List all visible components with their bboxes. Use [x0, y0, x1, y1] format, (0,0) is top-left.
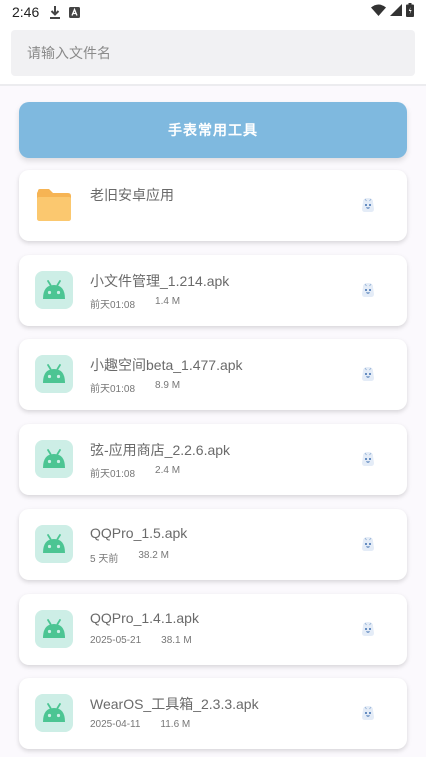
watch-tools-button[interactable]: 手表常用工具 [19, 102, 407, 158]
file-meta: 2025-04-11 11.6 M [90, 719, 190, 730]
file-item[interactable]: QQPro_1.4.1.apk 2025-05-21 38.1 M [19, 594, 407, 665]
mascot-icon[interactable] [358, 449, 378, 469]
file-item[interactable]: 弦-应用商店_2.2.6.apk 前天01:08 2.4 M [19, 424, 407, 495]
file-name: WearOS_工具箱_2.3.3.apk [90, 696, 259, 712]
file-meta: 5 天前 38.2 M [90, 550, 169, 565]
android-icon [35, 610, 73, 648]
file-list-area[interactable]: 手表常用工具 老旧安卓应用小文件管理_1.214.apk 前天01:08 1.4 M… [0, 86, 426, 757]
file-name: 老旧安卓应用 [90, 187, 174, 203]
folder-icon [35, 186, 73, 224]
file-date: 前天01:08 [90, 300, 136, 311]
search-input[interactable] [11, 30, 415, 76]
android-icon [35, 355, 73, 393]
mascot-icon[interactable] [358, 534, 378, 554]
file-date: 5 天前 [90, 554, 119, 565]
status-indicators [371, 2, 414, 22]
file-size: 11.6 M [160, 719, 191, 730]
search-bar [0, 24, 426, 84]
file-meta: 前天01:08 2.4 M [90, 465, 180, 480]
file-size: 2.4 M [155, 465, 181, 476]
app-notification-icon [69, 6, 81, 18]
mascot-icon[interactable] [358, 703, 378, 723]
file-item[interactable]: 小文件管理_1.214.apk 前天01:08 1.4 M [19, 255, 407, 326]
file-size: 8.9 M [155, 380, 181, 391]
battery-icon [406, 2, 414, 22]
file-meta: 2025-05-21 38.1 M [90, 635, 192, 646]
mascot-icon[interactable] [358, 280, 378, 300]
mascot-icon[interactable] [358, 364, 378, 384]
file-date: 2025-05-21 [90, 635, 142, 646]
file-name: QQPro_1.5.apk [90, 525, 188, 541]
status-time: 2:46 [12, 4, 40, 20]
download-icon [49, 5, 61, 19]
android-icon [35, 271, 73, 309]
file-size: 38.1 M [161, 635, 192, 646]
file-name: 弦-应用商店_2.2.6.apk [90, 442, 231, 458]
android-icon [35, 694, 73, 732]
file-item[interactable]: 小趣空间beta_1.477.apk 前天01:08 8.9 M [19, 339, 407, 410]
signal-icon [390, 3, 402, 21]
file-name: 小文件管理_1.214.apk [90, 273, 230, 289]
android-icon [35, 440, 73, 478]
file-meta: 前天01:08 8.9 M [90, 380, 180, 395]
file-item[interactable]: WearOS_工具箱_2.3.3.apk 2025-04-11 11.6 M [19, 678, 407, 749]
wifi-icon [371, 3, 386, 21]
file-size: 1.4 M [155, 296, 181, 307]
file-name: 小趣空间beta_1.477.apk [90, 357, 243, 373]
file-date: 前天01:08 [90, 384, 136, 395]
file-meta: 前天01:08 1.4 M [90, 296, 180, 311]
file-date: 2025-04-11 [90, 719, 141, 730]
status-bar: 2:46 [0, 0, 426, 24]
mascot-icon[interactable] [358, 619, 378, 639]
mascot-icon[interactable] [358, 195, 378, 215]
folder-item[interactable]: 老旧安卓应用 [19, 170, 407, 241]
file-name: QQPro_1.4.1.apk [90, 610, 199, 626]
android-icon [35, 525, 73, 563]
file-date: 前天01:08 [90, 469, 136, 480]
file-item[interactable]: QQPro_1.5.apk 5 天前 38.2 M [19, 509, 407, 580]
file-size: 38.2 M [138, 550, 169, 561]
